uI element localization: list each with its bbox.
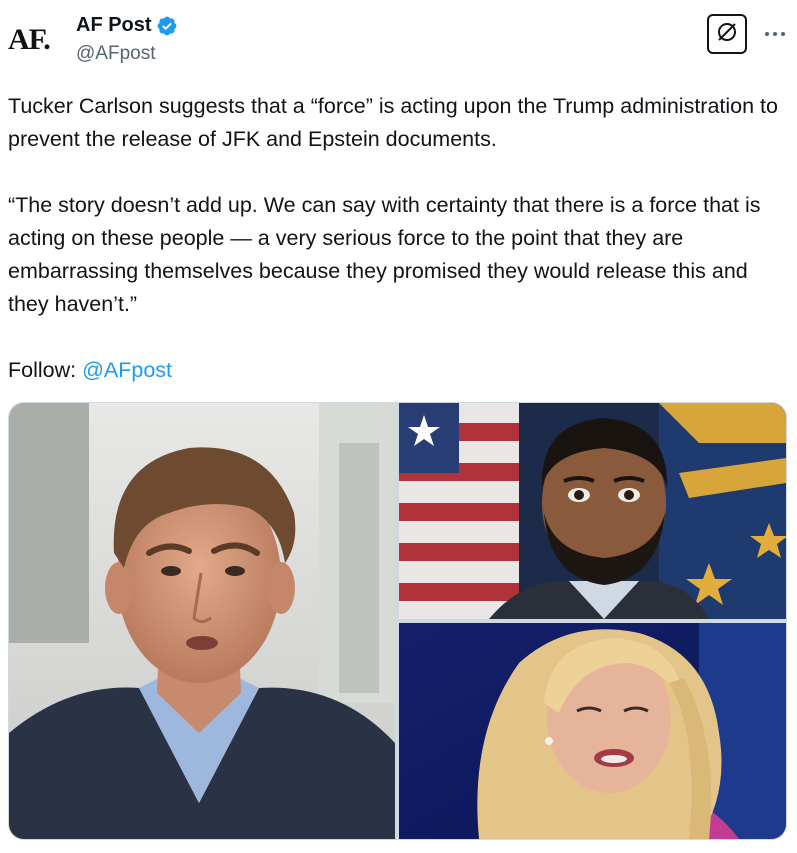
more-options-button[interactable] xyxy=(762,18,788,48)
post-body: Tucker Carlson suggests that a “force” i… xyxy=(8,90,793,387)
more-dots-icon xyxy=(764,24,786,42)
mention-link[interactable]: @AFpost xyxy=(82,358,172,382)
follow-label: Follow: xyxy=(8,358,83,382)
post-paragraph-2: “The story doesn’t add up. We can say wi… xyxy=(8,193,761,316)
grok-button[interactable] xyxy=(707,14,747,54)
photo-man-in-suit[interactable] xyxy=(9,403,395,839)
verified-badge-icon xyxy=(156,15,178,37)
photo-woman-speaking[interactable] xyxy=(399,623,786,839)
media-grid xyxy=(8,402,787,840)
post-paragraph-1: Tucker Carlson suggests that a “force” i… xyxy=(8,94,778,151)
photo-man-with-flags[interactable] xyxy=(399,403,786,619)
grok-slash-circle-icon xyxy=(715,20,739,49)
follow-line: Follow: @AFpost xyxy=(8,354,793,387)
author-handle[interactable]: @AFpost xyxy=(76,43,155,65)
avatar[interactable]: AF. xyxy=(8,18,64,62)
author-name-row: AF Post xyxy=(76,14,178,37)
display-name[interactable]: AF Post xyxy=(76,14,152,37)
post-card: AF. AF Post @AFpost Tucker Carlson sugge… xyxy=(0,0,797,853)
